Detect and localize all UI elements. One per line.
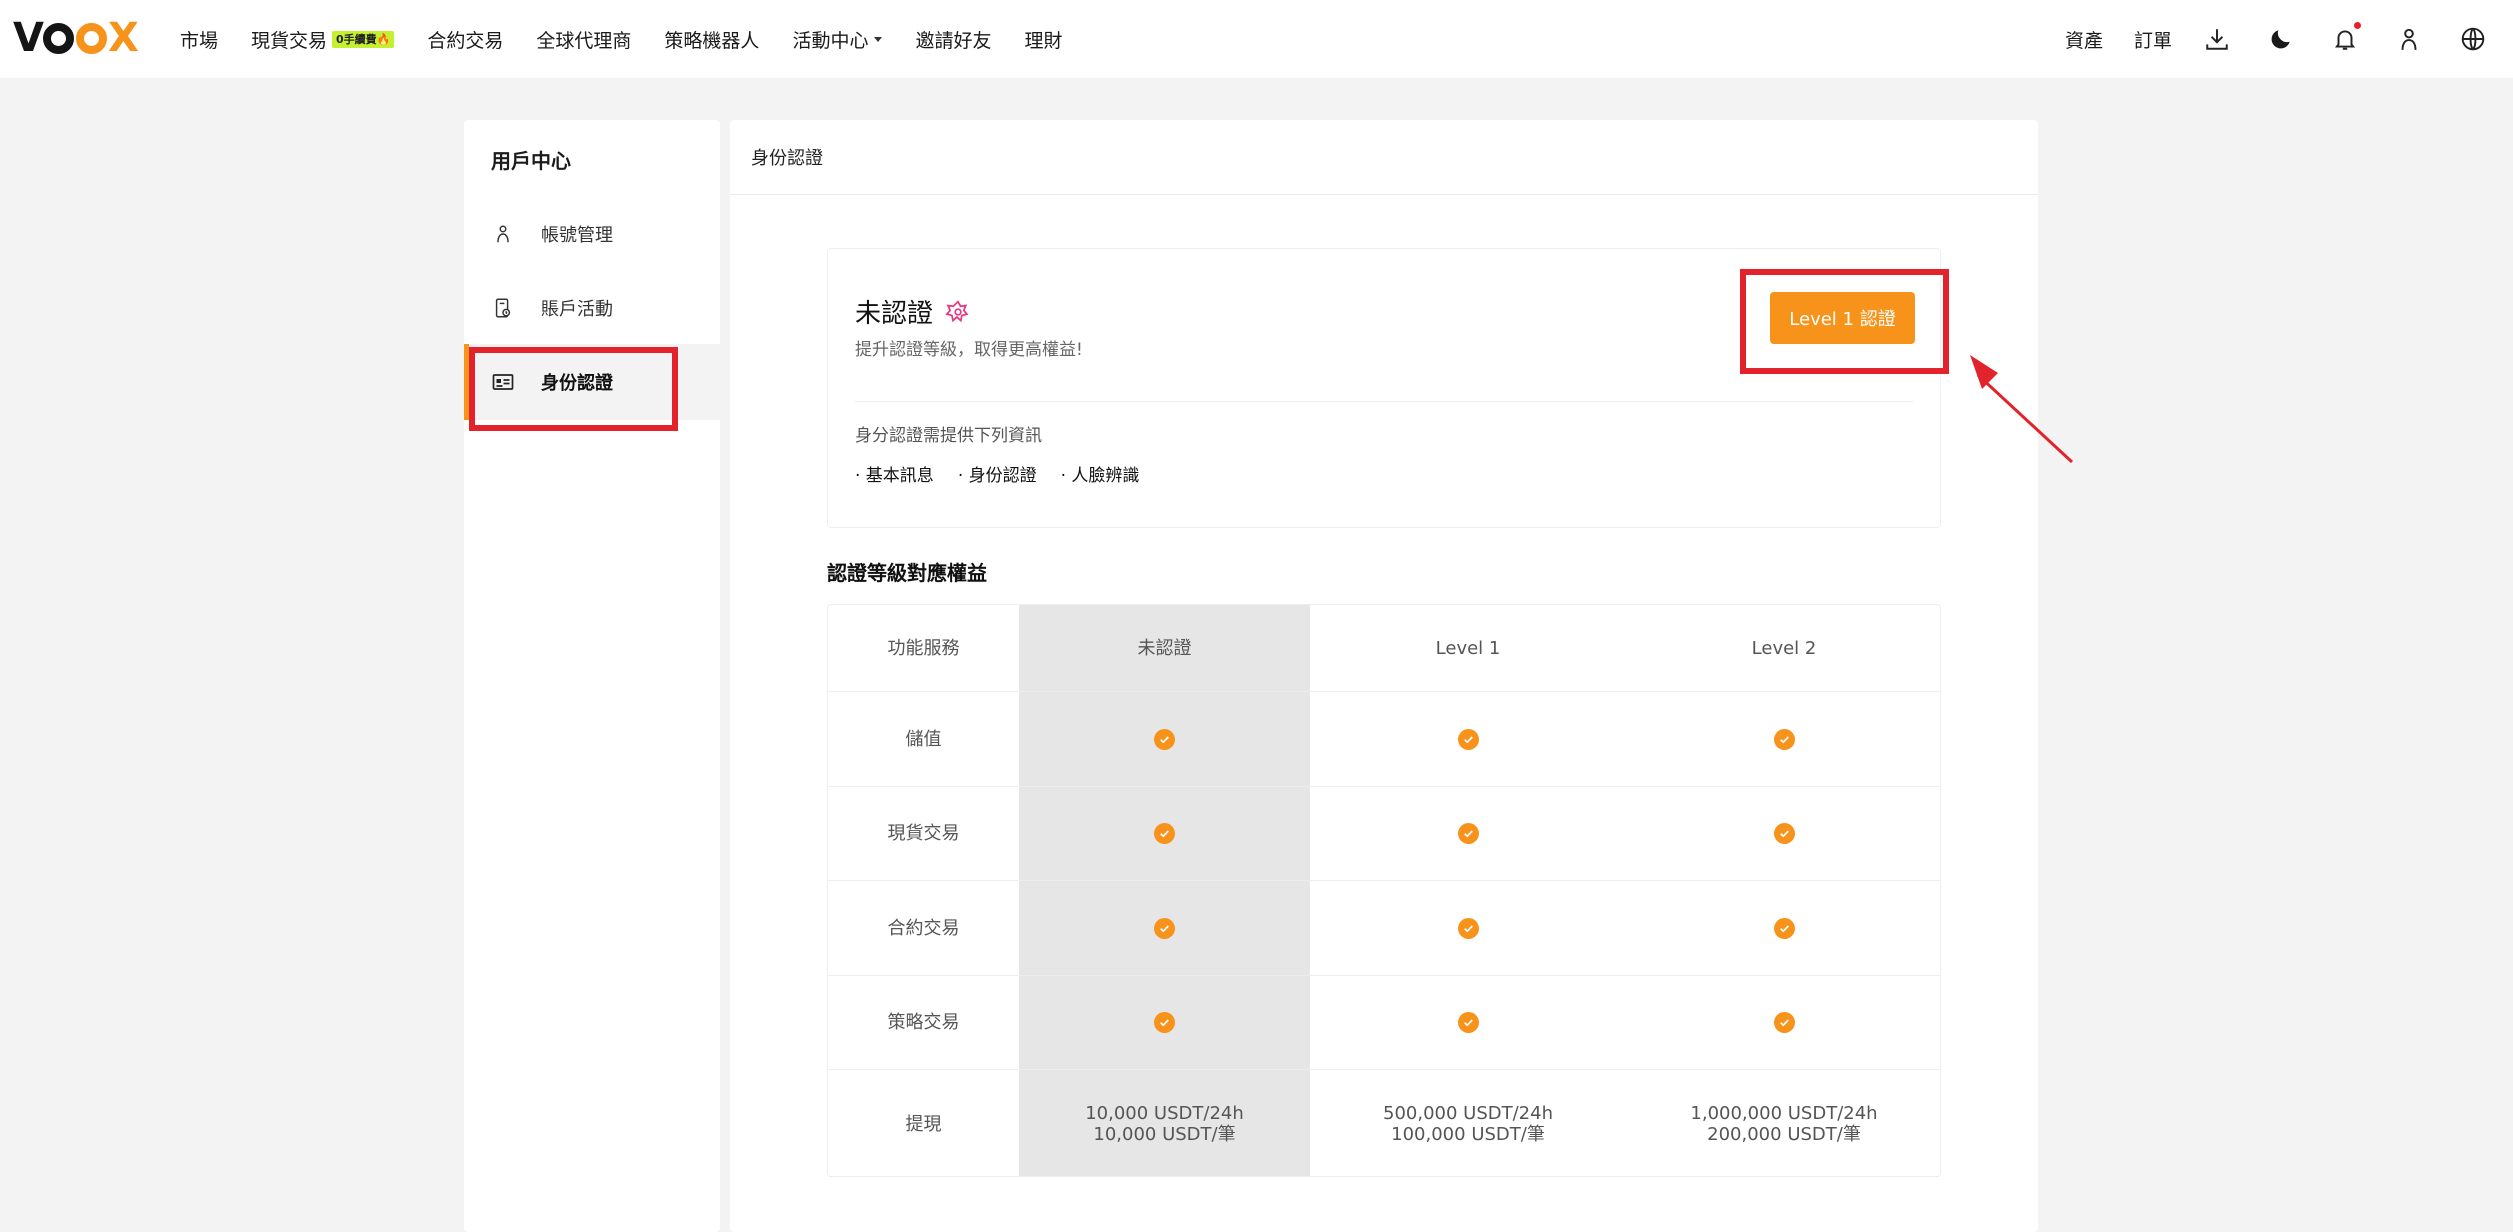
row-label: 儲值: [905, 728, 942, 750]
requirements-title: 身分認證需提供下列資訊: [855, 426, 1042, 446]
nav-global-agents[interactable]: 全球代理商: [536, 26, 631, 53]
benefits-title: 認證等級對應權益: [827, 561, 987, 585]
withdraw-limit-daily: 500,000 USDT/24h: [1383, 1103, 1553, 1124]
activity-icon: [491, 296, 515, 320]
check-icon: [1154, 1012, 1175, 1033]
sidebar-item-account-management[interactable]: 帳號管理: [464, 196, 720, 272]
sidebar-title: 用戶中心: [491, 149, 571, 173]
nav-market[interactable]: 市場: [180, 26, 218, 53]
user-center-sidebar: 用戶中心 帳號管理 賬戶活動 身份認證: [464, 120, 720, 1232]
check-icon: [1773, 1012, 1795, 1033]
row-label: 策略交易: [887, 1012, 960, 1033]
chevron-down-icon: [874, 36, 883, 42]
nav-finance[interactable]: 理財: [1024, 26, 1062, 53]
annotation-box-sidebar: [469, 347, 678, 431]
check-icon: [1773, 917, 1795, 939]
annotation-arrow-icon: [1970, 355, 2074, 464]
table-header: Level 1: [1435, 637, 1501, 659]
check-icon: [1773, 728, 1795, 750]
row-label: 現貨交易: [887, 823, 960, 844]
withdraw-limit-per-tx: 100,000 USDT/筆: [1391, 1124, 1545, 1145]
table-header: 功能服務: [887, 637, 960, 659]
annotation-box-button: [1740, 269, 1949, 374]
status-title-text: 未認證: [855, 299, 934, 329]
check-icon: [1457, 823, 1479, 844]
table-header-row: 功能服務 未認證 Level 1 Level 2: [828, 605, 1940, 692]
page-title: 身份認證: [730, 120, 2038, 195]
nav-assets[interactable]: 資產: [2065, 26, 2103, 53]
status-subtitle: 提升認證等級，取得更高權益!: [855, 340, 1083, 360]
user-icon: [491, 222, 515, 246]
row-label: 提現: [905, 1113, 942, 1135]
nav-activity-center[interactable]: 活動中心: [792, 26, 883, 53]
check-icon: [1773, 823, 1795, 844]
requirement-item: · 人臉辨識: [1060, 466, 1140, 486]
unverified-star-icon: [945, 299, 969, 322]
voox-logo[interactable]: VX: [13, 18, 139, 58]
table-row: 現貨交易: [828, 787, 1940, 881]
nav-invite-friends[interactable]: 邀請好友: [915, 26, 991, 53]
check-icon: [1154, 728, 1175, 750]
nav-spot-trading[interactable]: 現貨交易 0手續費🔥: [251, 26, 395, 53]
moon-icon[interactable]: [2267, 25, 2295, 53]
requirements-list: · 基本訊息 · 身份認證 · 人臉辨識: [855, 461, 1163, 486]
download-icon[interactable]: [2203, 25, 2231, 53]
sidebar-item-label: 賬戶活動: [541, 299, 613, 320]
check-icon: [1154, 823, 1175, 844]
check-icon: [1154, 917, 1175, 939]
withdraw-limit-per-tx: 200,000 USDT/筆: [1707, 1124, 1861, 1145]
user-icon[interactable]: [2395, 25, 2423, 53]
table-header: Level 2: [1751, 637, 1817, 659]
top-navbar: VX 市場 現貨交易 0手續費🔥 合約交易 全球代理商 策略機器人 活動中心 邀請…: [0, 0, 2513, 78]
withdraw-limit-per-tx: 10,000 USDT/筆: [1093, 1124, 1236, 1145]
requirement-item: · 基本訊息: [855, 466, 934, 486]
check-icon: [1457, 728, 1479, 750]
nav-futures-trading[interactable]: 合約交易: [427, 26, 503, 53]
bell-icon[interactable]: [2331, 22, 2361, 53]
table-header: 未認證: [1137, 637, 1192, 659]
sidebar-item-account-activity[interactable]: 賬戶活動: [464, 270, 720, 346]
table-row: 合約交易: [828, 881, 1940, 976]
table-row: 策略交易: [828, 976, 1940, 1070]
requirement-item: · 身份認證: [957, 466, 1037, 486]
nav-orders[interactable]: 訂單: [2134, 26, 2172, 53]
zero-fee-badge: 0手續費🔥: [332, 30, 395, 48]
check-icon: [1457, 1012, 1479, 1033]
globe-icon[interactable]: [2459, 25, 2487, 53]
right-nav: 資產 訂單: [2065, 0, 2513, 78]
status-title: 未認證: [855, 293, 971, 330]
table-row-withdraw: 提現 10,000 USDT/24h 10,000 USDT/筆 500,000…: [828, 1070, 1940, 1176]
nav-strategy-bots[interactable]: 策略機器人: [664, 26, 759, 53]
notification-dot: [2354, 22, 2361, 29]
withdraw-limit-daily: 1,000,000 USDT/24h: [1690, 1103, 1878, 1124]
benefits-table: 功能服務 未認證 Level 1 Level 2 儲值 現貨交易 合約交易 策略…: [827, 604, 1941, 1177]
sidebar-item-label: 帳號管理: [541, 225, 613, 246]
divider: [855, 401, 1913, 402]
main-nav: 市場 現貨交易 0手續費🔥 合約交易 全球代理商 策略機器人 活動中心 邀請好友 …: [180, 0, 1095, 78]
withdraw-limit-daily: 10,000 USDT/24h: [1085, 1103, 1244, 1124]
check-icon: [1457, 917, 1479, 939]
row-label: 合約交易: [887, 917, 960, 939]
table-row: 儲值: [828, 692, 1940, 787]
